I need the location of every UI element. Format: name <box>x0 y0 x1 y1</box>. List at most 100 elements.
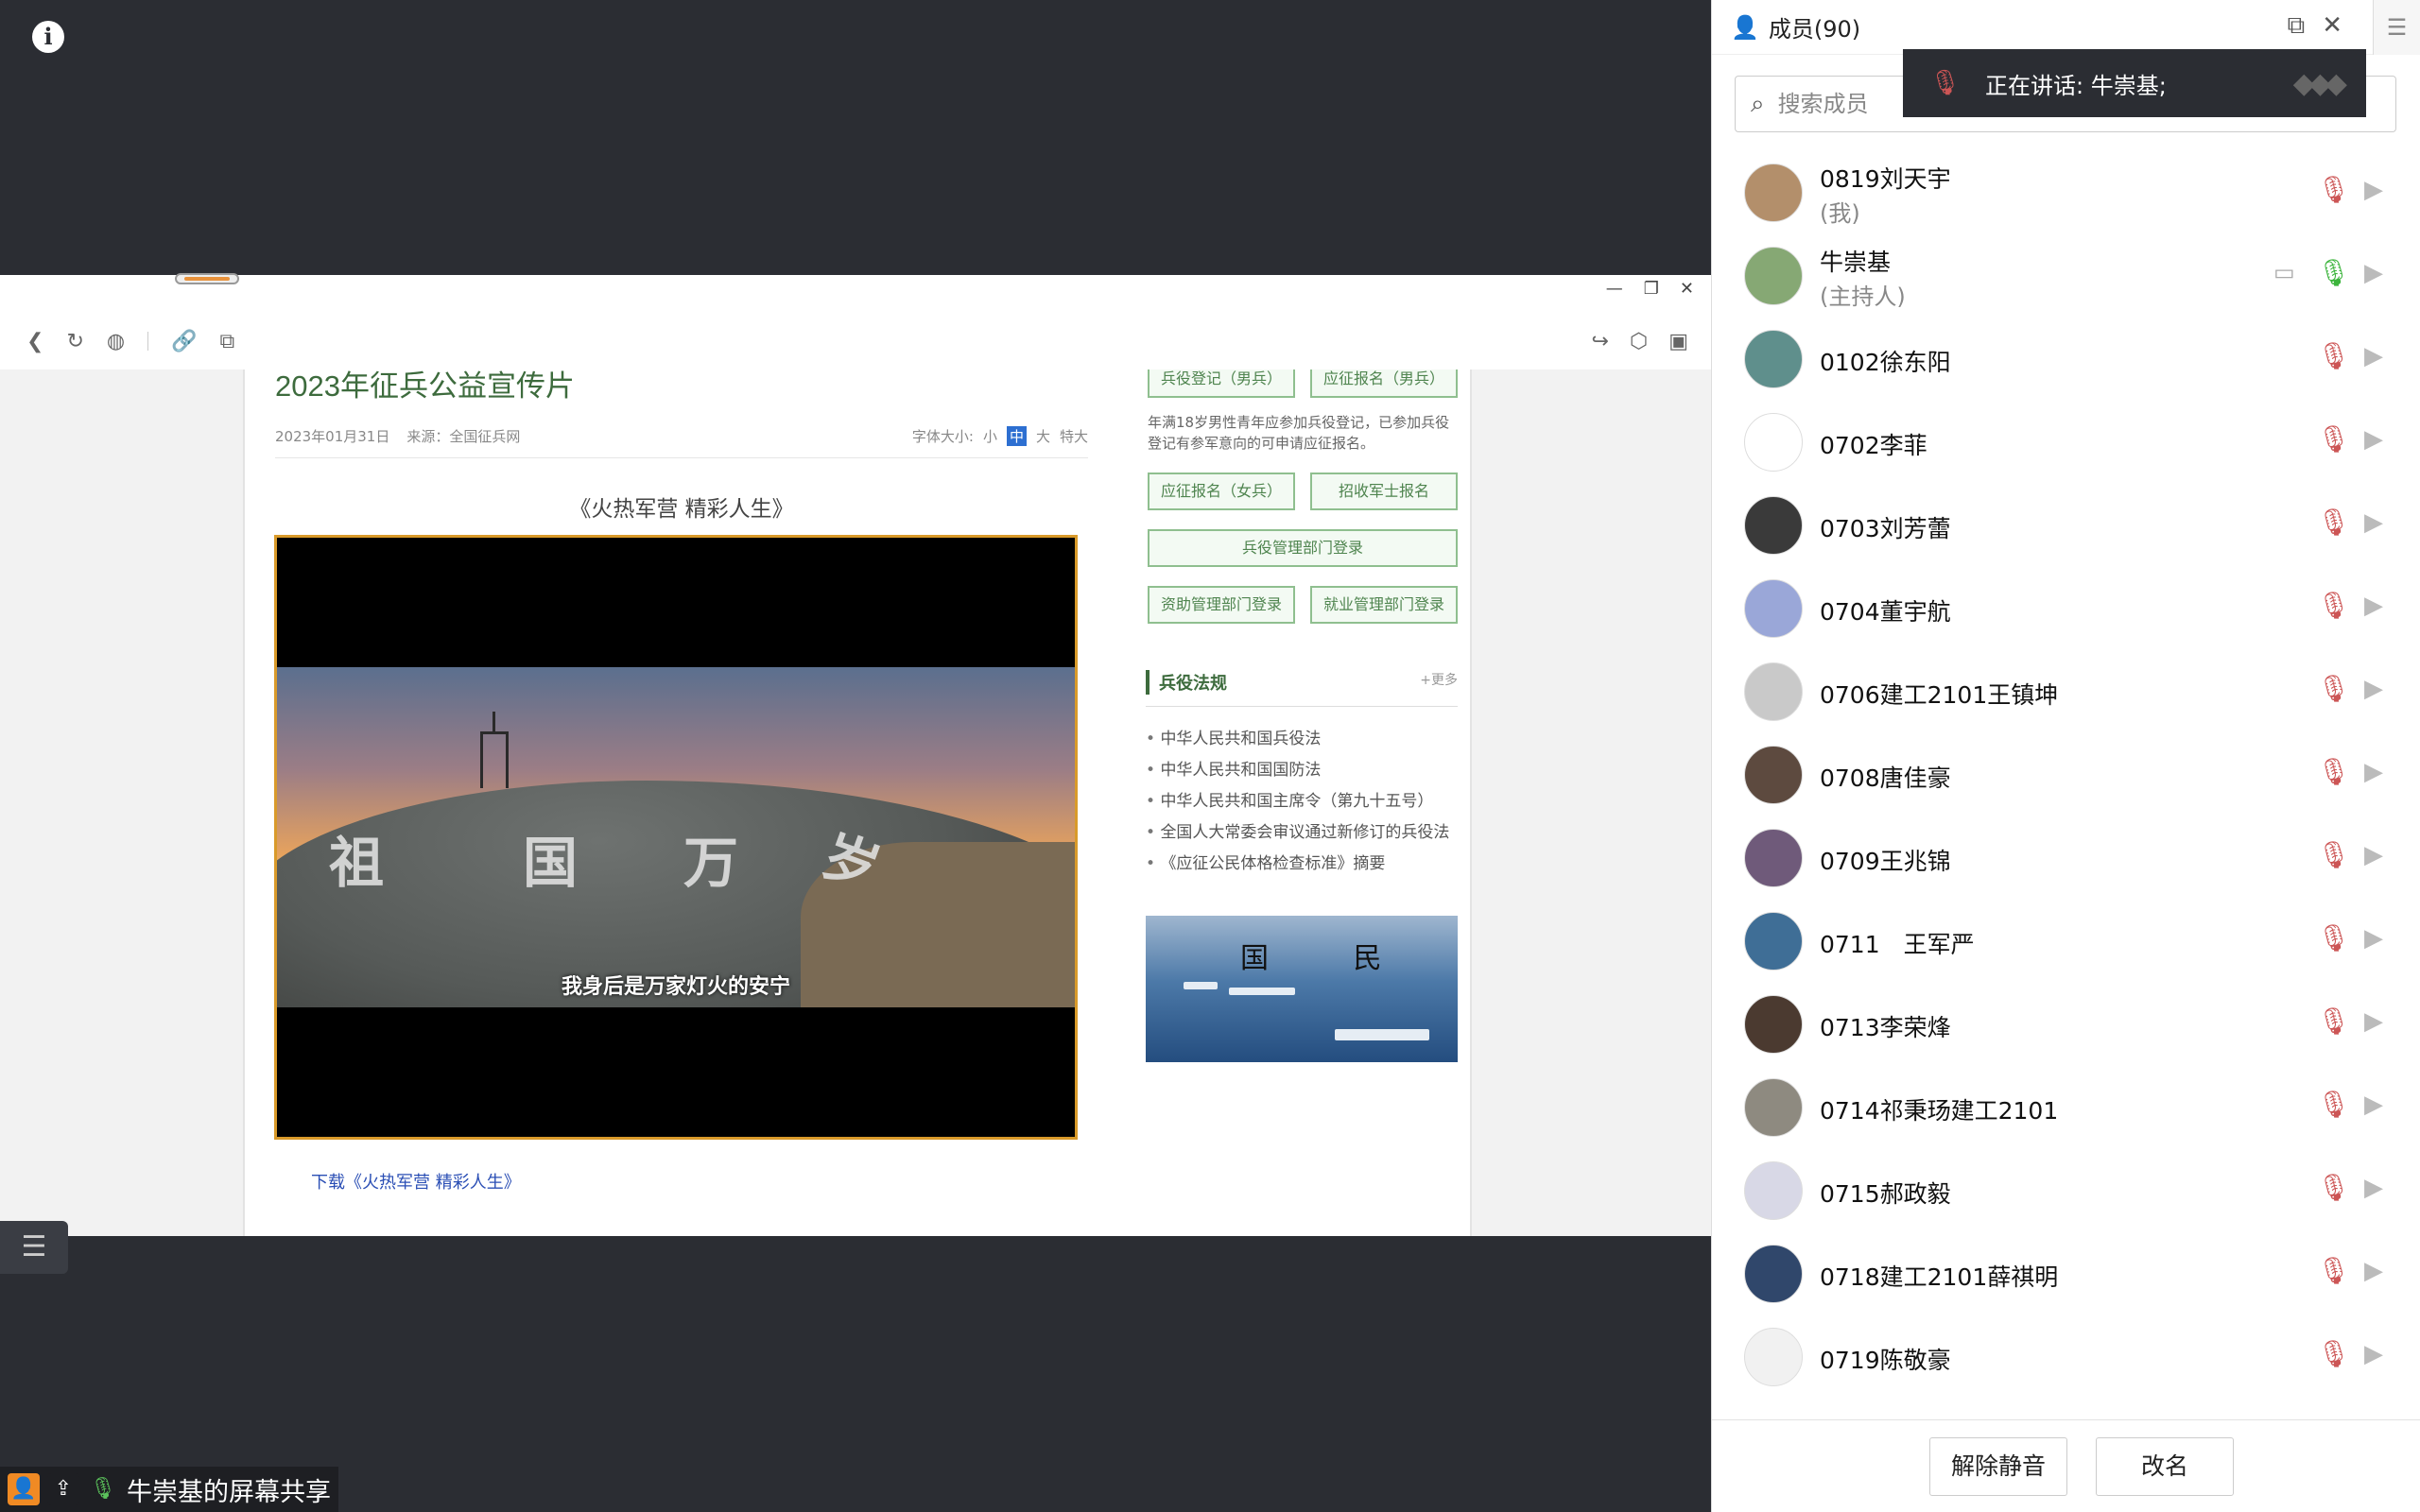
member-row[interactable]: 0102徐东阳 🎙 ▶ <box>1712 318 2420 401</box>
hamburger-icon[interactable]: ☰ <box>2373 0 2420 55</box>
unmute-all-button[interactable]: 解除静音 <box>1929 1437 2067 1496</box>
service-button[interactable]: 兵役登记（男兵） <box>1148 369 1295 398</box>
avatar <box>1744 1161 1803 1220</box>
camera-off-icon[interactable]: ▶ <box>2364 924 2383 953</box>
globe-icon[interactable]: ◍ <box>107 330 125 353</box>
camera-off-icon[interactable]: ▶ <box>2364 758 2383 786</box>
member-row[interactable]: 0711 王军严 🎙 ▶ <box>1712 900 2420 983</box>
video-player[interactable]: 祖 国 万 岁 我身后是万家灯火的安宁 <box>274 535 1078 1140</box>
mic-muted-icon[interactable]: 🎙 <box>2317 1338 2351 1369</box>
mic-muted-icon[interactable]: 🎙 <box>2317 922 2351 954</box>
member-row[interactable]: 0702李菲 🎙 ▶ <box>1712 401 2420 484</box>
mic-muted-icon[interactable]: 🎙 <box>2317 423 2351 455</box>
member-row[interactable]: 0708唐佳豪 🎙 ▶ <box>1712 733 2420 816</box>
article-source: 来源：全国征兵网 <box>406 428 521 445</box>
mic-muted-icon[interactable]: 🎙 <box>2317 839 2351 870</box>
mic-on-icon[interactable]: 🎙 <box>2317 257 2351 288</box>
member-row[interactable]: 0706建工2101王镇坤 🎙 ▶ <box>1712 650 2420 733</box>
member-row[interactable]: 牛崇基 (主持人) ▭ 🎙 ▶ <box>1712 234 2420 318</box>
minimize-icon[interactable]: — <box>1606 279 1623 299</box>
camera-off-icon[interactable]: ▶ <box>2364 592 2383 620</box>
avatar <box>1744 1078 1803 1137</box>
member-row[interactable]: 0709王兆锦 🎙 ▶ <box>1712 816 2420 900</box>
law-item[interactable]: 中华人民共和国国防法 <box>1146 756 1458 787</box>
refresh-icon[interactable]: ↻ <box>66 330 83 353</box>
font-size-medium[interactable]: 中 <box>1006 426 1027 446</box>
rename-button[interactable]: 改名 <box>2096 1437 2234 1496</box>
member-row[interactable]: 0714祁秉玚建工2101 🎙 ▶ <box>1712 1066 2420 1149</box>
font-size-large[interactable]: 大 <box>1036 426 1050 446</box>
list-menu-icon[interactable]: ☰ <box>0 1221 68 1274</box>
member-row[interactable]: 0703刘芳蕾 🎙 ▶ <box>1712 484 2420 567</box>
camera-off-icon[interactable]: ▶ <box>2364 1257 2383 1285</box>
download-link[interactable]: 下载《火热军营 精彩人生》 <box>311 1169 521 1194</box>
avatar <box>1744 662 1803 721</box>
mic-muted-icon[interactable]: 🎙 <box>2317 340 2351 371</box>
more-link[interactable]: +更多 <box>1420 670 1458 695</box>
member-row[interactable]: 0719陈敬豪 🎙 ▶ <box>1712 1315 2420 1399</box>
restore-icon[interactable]: ❐ <box>1644 279 1659 299</box>
page-icon[interactable]: ▣ <box>1668 330 1688 353</box>
camera-off-icon[interactable]: ▶ <box>2364 342 2383 370</box>
avatar <box>1744 496 1803 555</box>
back-icon[interactable]: ❮ <box>26 330 43 353</box>
share-icon[interactable]: ↪ <box>1592 330 1609 353</box>
cube-icon[interactable]: ⬡ <box>1630 330 1648 353</box>
font-size-xlarge[interactable]: 特大 <box>1060 426 1088 446</box>
mic-muted-icon[interactable]: 🎙 <box>2317 507 2351 538</box>
panel-header-tools: ⧉ ✕ <box>2288 11 2342 41</box>
article-title: 2023年征兵公益宣传片 <box>275 369 575 403</box>
camera-off-icon[interactable]: ▶ <box>2364 259 2383 287</box>
member-name: 0718建工2101薛祺明 <box>1820 1263 2059 1291</box>
mic-muted-icon[interactable]: 🎙 <box>2317 174 2351 205</box>
camera-off-icon[interactable]: ▶ <box>2364 508 2383 537</box>
law-item[interactable]: 《应征公民体格检查标准》摘要 <box>1146 850 1458 881</box>
camera-off-icon[interactable]: ▶ <box>2364 176 2383 204</box>
camera-off-icon[interactable]: ▶ <box>2364 675 2383 703</box>
popout-icon[interactable]: ⧉ <box>2288 11 2306 41</box>
law-item[interactable]: 中华人民共和国兵役法 <box>1146 725 1458 756</box>
law-item[interactable]: 全国人大常委会审议通过新修订的兵役法 <box>1146 818 1458 850</box>
close-icon[interactable]: ✕ <box>1680 279 1694 299</box>
service-button[interactable]: 就业管理部门登录 <box>1310 586 1458 624</box>
font-size-small[interactable]: 小 <box>983 426 997 446</box>
mic-muted-icon[interactable]: 🎙 <box>2317 1255 2351 1286</box>
mic-muted-icon[interactable]: 🎙 <box>2317 1172 2351 1203</box>
camera-off-icon[interactable]: ▶ <box>2364 1174 2383 1202</box>
window-icon[interactable]: ⧉ <box>219 330 234 353</box>
member-name: 0102徐东阳 <box>1820 349 1951 376</box>
law-item[interactable]: 中华人民共和国主席令（第九十五号） <box>1146 787 1458 818</box>
service-button[interactable]: 应征报名（男兵） <box>1310 369 1458 398</box>
camera-off-icon[interactable]: ▶ <box>2364 425 2383 454</box>
info-icon[interactable]: i <box>32 21 64 53</box>
close-icon[interactable]: ✕ <box>2322 11 2342 41</box>
service-button[interactable]: 招收军士报名 <box>1310 472 1458 510</box>
member-row[interactable]: 0715郝政毅 🎙 ▶ <box>1712 1149 2420 1232</box>
mic-muted-icon[interactable]: 🎙 <box>2317 1005 2351 1037</box>
member-row[interactable]: 0718建工2101薛祺明 🎙 ▶ <box>1712 1232 2420 1315</box>
avatar <box>1744 163 1803 222</box>
camera-off-icon[interactable]: ▶ <box>2364 841 2383 869</box>
rock-text-1: 祖 <box>329 831 385 895</box>
member-name: 0819刘天宇 <box>1820 165 1951 193</box>
mic-muted-icon[interactable]: 🎙 <box>2317 1089 2351 1120</box>
camera-off-icon[interactable]: ▶ <box>2364 1007 2383 1036</box>
member-row[interactable]: 0713李荣烽 🎙 ▶ <box>1712 983 2420 1066</box>
camera-off-icon[interactable]: ▶ <box>2364 1340 2383 1368</box>
mic-muted-icon[interactable]: 🎙 <box>2317 673 2351 704</box>
mic-muted-icon[interactable]: 🎙 <box>2317 756 2351 787</box>
mic-muted-icon[interactable]: 🎙 <box>2317 590 2351 621</box>
member-name: 0719陈敬豪 <box>1820 1347 1951 1374</box>
avatar <box>1744 330 1803 388</box>
member-row[interactable]: 0819刘天宇 (我) 🎙 ▶ <box>1712 151 2420 234</box>
screen-share-icon: ⇪ <box>47 1473 79 1505</box>
service-button[interactable]: 资助管理部门登录 <box>1148 586 1295 624</box>
service-button[interactable]: 应征报名（女兵） <box>1148 472 1295 510</box>
navy-banner[interactable]: 国 民 <box>1146 916 1458 1062</box>
member-role: (主持人) <box>1820 284 1906 310</box>
share-drag-handle[interactable] <box>175 273 239 284</box>
service-button[interactable]: 兵役管理部门登录 <box>1148 529 1458 567</box>
link-icon[interactable]: 🔗 <box>171 330 197 353</box>
member-row[interactable]: 0704董宇航 🎙 ▶ <box>1712 567 2420 650</box>
camera-off-icon[interactable]: ▶ <box>2364 1091 2383 1119</box>
